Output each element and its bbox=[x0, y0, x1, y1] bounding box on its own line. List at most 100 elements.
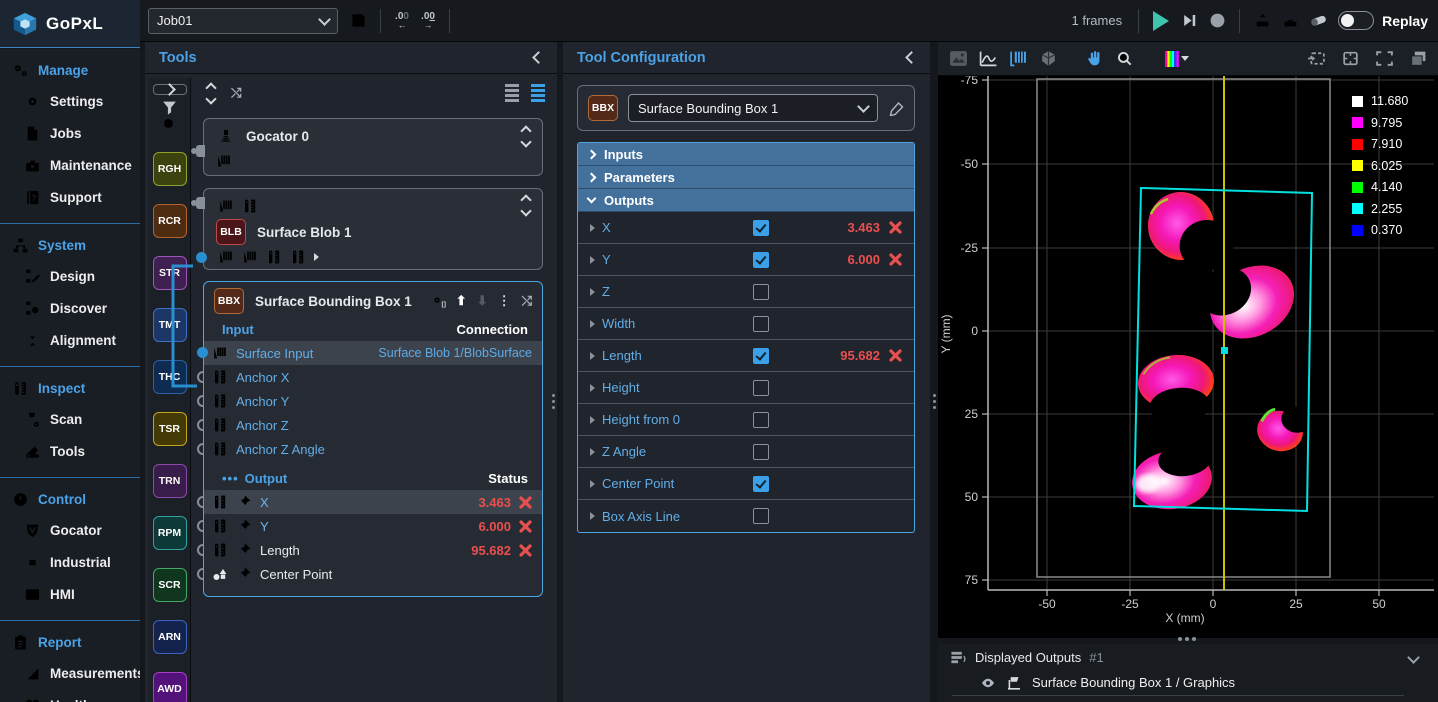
sidebar-item-alignment[interactable]: Alignment bbox=[0, 324, 140, 356]
displayed-output-row[interactable]: Surface Bounding Box 1 / Graphics bbox=[952, 670, 1404, 696]
tool-chip-rgh[interactable]: RGH bbox=[153, 152, 187, 186]
output-row-x[interactable]: X 3.463 bbox=[204, 490, 542, 514]
sidebar-group-control[interactable]: Control bbox=[0, 484, 140, 514]
input-row-anchor-x[interactable]: Anchor X bbox=[204, 365, 542, 389]
sidebar-group-report[interactable]: Report bbox=[0, 627, 140, 657]
output-option-box-axis-line[interactable]: Box Axis Line bbox=[578, 500, 914, 532]
tool-chip-trn[interactable]: TRN bbox=[153, 464, 187, 498]
move-down-icon[interactable]: ⬇ bbox=[477, 293, 488, 309]
output-option-y[interactable]: Y 6.000 bbox=[578, 244, 914, 276]
checkbox-checked[interactable] bbox=[753, 476, 769, 492]
sidebar-item-gocator[interactable]: Gocator bbox=[0, 514, 140, 546]
checkbox-checked[interactable] bbox=[753, 252, 769, 268]
step-button[interactable] bbox=[1175, 7, 1203, 35]
expand-all-button[interactable] bbox=[207, 84, 215, 103]
sidebar-item-settings[interactable]: Settings bbox=[0, 85, 140, 117]
checkbox-unchecked[interactable] bbox=[753, 412, 769, 428]
move-up-icon[interactable]: ⬆ bbox=[456, 293, 467, 309]
checkbox-unchecked[interactable] bbox=[753, 316, 769, 332]
profile-view-button[interactable] bbox=[976, 47, 1000, 71]
collapse-panel-icon[interactable] bbox=[532, 51, 545, 64]
output-option-height-from-0[interactable]: Height from 0 bbox=[578, 404, 914, 436]
fullscreen-button[interactable] bbox=[1372, 47, 1396, 71]
expand-card-button[interactable] bbox=[522, 127, 530, 146]
export-button[interactable] bbox=[1248, 7, 1276, 35]
collapse-outputs-icon[interactable] bbox=[1407, 651, 1420, 664]
checkbox-unchecked[interactable] bbox=[753, 444, 769, 460]
clear-replay-button[interactable] bbox=[1304, 7, 1332, 35]
colormap-button[interactable] bbox=[1160, 47, 1194, 71]
sidebar-item-measurements[interactable]: Measurements bbox=[0, 657, 140, 689]
collapse-all-button[interactable]: ⤭ bbox=[231, 85, 241, 101]
search-tools-button[interactable] bbox=[155, 116, 185, 133]
menu-kebab-icon[interactable]: ⋮ bbox=[498, 293, 512, 309]
panel-resize-handle[interactable] bbox=[933, 394, 936, 409]
more-outputs-icon[interactable] bbox=[314, 253, 319, 261]
input-row-anchor-z-angle[interactable]: Anchor Z Angle bbox=[204, 437, 542, 461]
collapse-panel-icon[interactable] bbox=[905, 51, 918, 64]
anchor-settings-icon[interactable] bbox=[430, 293, 446, 309]
sidebar-item-design[interactable]: Design bbox=[0, 260, 140, 292]
decimal-increase-button[interactable]: .00→ bbox=[415, 12, 441, 30]
sidebar-item-hmi[interactable]: HMI bbox=[0, 578, 140, 610]
viewer-resize-handle[interactable] bbox=[1178, 637, 1196, 641]
output-option-height[interactable]: Height bbox=[578, 372, 914, 404]
input-row-anchor-z[interactable]: Anchor Z bbox=[204, 413, 542, 437]
output-row-center-point[interactable]: Center Point bbox=[204, 562, 542, 586]
snapshot-button[interactable] bbox=[1338, 47, 1362, 71]
sidebar-group-inspect[interactable]: Inspect bbox=[0, 373, 140, 403]
blob-surface-port[interactable] bbox=[196, 252, 207, 263]
sidebar-item-health[interactable]: Health bbox=[0, 689, 140, 702]
section-parameters[interactable]: Parameters bbox=[578, 166, 914, 189]
decimal-decrease-button[interactable]: .00← bbox=[389, 12, 415, 30]
image-view-button[interactable] bbox=[946, 47, 970, 71]
zoom-tool-button[interactable] bbox=[1112, 47, 1136, 71]
job-select-dropdown[interactable]: Job01 bbox=[148, 8, 338, 34]
output-row-y[interactable]: Y 6.000 bbox=[204, 514, 542, 538]
section-inputs[interactable]: Inputs bbox=[578, 143, 914, 166]
output-option-z[interactable]: Z bbox=[578, 276, 914, 308]
sidebar-item-tools[interactable]: Tools bbox=[0, 435, 140, 467]
play-button[interactable] bbox=[1147, 7, 1175, 35]
mesh-view-button[interactable] bbox=[1036, 47, 1060, 71]
tool-chip-scr[interactable]: SCR bbox=[153, 568, 187, 602]
output-option-length[interactable]: Length 95.682 bbox=[578, 340, 914, 372]
output-port[interactable] bbox=[196, 145, 205, 157]
import-button[interactable] bbox=[1276, 7, 1304, 35]
section-outputs[interactable]: Outputs bbox=[578, 189, 914, 212]
record-button[interactable] bbox=[1203, 7, 1231, 35]
checkbox-unchecked[interactable] bbox=[753, 380, 769, 396]
checkbox-unchecked[interactable] bbox=[753, 508, 769, 524]
tool-card-surface-blob[interactable]: BLB Surface Blob 1 bbox=[203, 188, 543, 270]
output-option-x[interactable]: X 3.463 bbox=[578, 212, 914, 244]
sidebar-item-support[interactable]: Support bbox=[0, 181, 140, 213]
output-row-length[interactable]: Length 95.682 bbox=[204, 538, 542, 562]
panel-resize-handle[interactable] bbox=[552, 394, 555, 409]
replay-region-button[interactable] bbox=[1304, 47, 1328, 71]
checkbox-unchecked[interactable] bbox=[753, 284, 769, 300]
sidebar-item-jobs[interactable]: Jobs bbox=[0, 117, 140, 149]
collapse-card-icon[interactable]: ⤭ bbox=[522, 293, 532, 309]
input-row-anchor-y[interactable]: Anchor Y bbox=[204, 389, 542, 413]
input-port[interactable] bbox=[196, 197, 205, 209]
pan-tool-button[interactable] bbox=[1082, 47, 1106, 71]
tool-chip-arn[interactable]: ARN bbox=[153, 620, 187, 654]
sidebar-item-industrial[interactable]: Industrial bbox=[0, 546, 140, 578]
surface-view-button[interactable] bbox=[1006, 47, 1030, 71]
checkbox-checked[interactable] bbox=[753, 220, 769, 236]
sidebar-item-scan[interactable]: Scan bbox=[0, 403, 140, 435]
expand-card-button[interactable] bbox=[522, 196, 530, 215]
checkbox-checked[interactable] bbox=[753, 348, 769, 364]
layout-button[interactable] bbox=[1406, 47, 1430, 71]
output-option-width[interactable]: Width bbox=[578, 308, 914, 340]
filter-tools-button[interactable] bbox=[155, 99, 185, 116]
sidebar-item-discover[interactable]: Discover bbox=[0, 292, 140, 324]
save-job-button[interactable] bbox=[344, 7, 372, 35]
tool-chip-awd[interactable]: AWD bbox=[153, 672, 187, 702]
visibility-eye-icon[interactable] bbox=[980, 675, 996, 691]
detail-view-button[interactable] bbox=[531, 84, 545, 102]
expand-strip-button[interactable] bbox=[153, 84, 187, 95]
rename-tool-button[interactable] bbox=[888, 100, 904, 116]
sidebar-group-system[interactable]: System bbox=[0, 230, 140, 260]
tool-select-dropdown[interactable]: Surface Bounding Box 1 bbox=[628, 94, 878, 122]
